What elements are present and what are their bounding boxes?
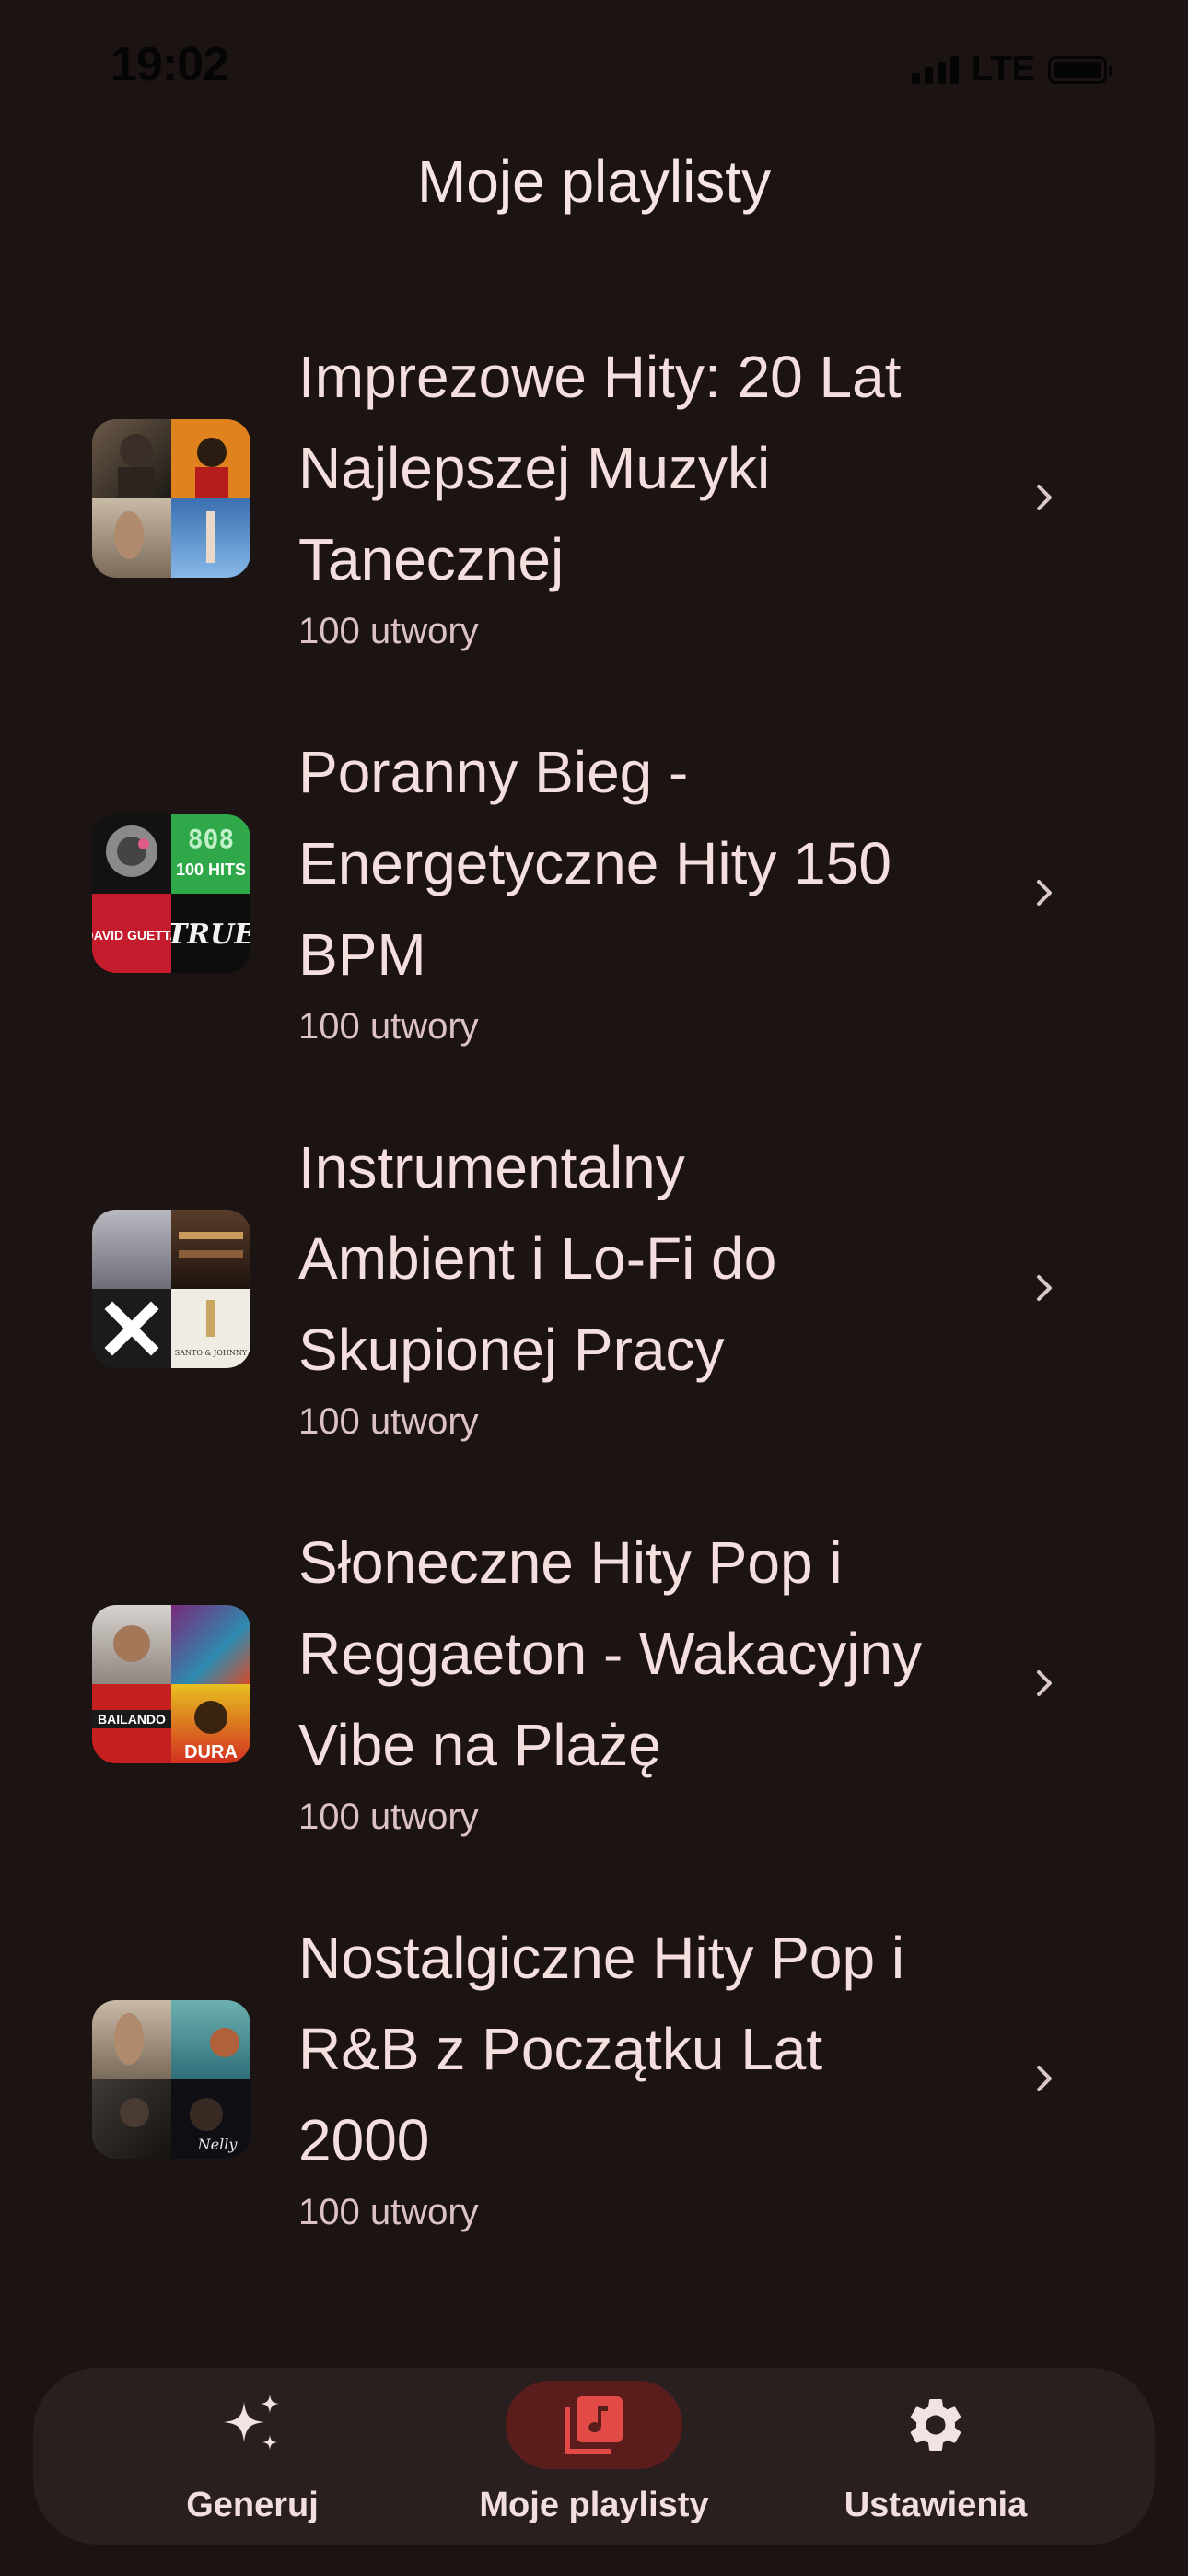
gear-icon [910,2399,961,2451]
playlist-title-line: Reggaeton - Wakacyjny [298,1621,923,1687]
playlist-title-line: BPM [298,921,426,988]
chevron-right-icon [1037,1670,1052,1696]
track-count: 100 utwory [298,1797,479,1837]
nav-item-generate[interactable]: Generuj [87,2368,418,2545]
album-art [171,1210,250,1289]
playlist-cover: 808 100 HITS DAVID GUETTA TRUE [92,814,250,973]
playlist-text: Słoneczne Hity Pop i Reggaeton - Wakacyj… [298,1517,998,1841]
sparkles-icon [224,2395,279,2450]
album-art [92,1289,171,1368]
album-art [171,498,250,578]
playlist-title-line: Tanecznej [298,526,565,592]
nav-label: Generuj [186,2486,319,2524]
playlist-item[interactable]: Imprezowe Hity: 20 Lat Najlepszej Muzyki… [0,332,1188,727]
album-art [92,1210,171,1289]
playlist-title: Instrumentalny Ambient i Lo-Fi do Skupio… [298,1122,998,1396]
album-art: TRUE [171,894,250,973]
playlist-cover: Nelly [92,2000,250,2159]
battery-icon [1048,55,1112,84]
page-title: Moje playlisty [416,148,772,215]
nav-item-settings[interactable]: Ustawienia [770,2368,1101,2545]
track-count: 100 utwory [298,1401,479,1442]
album-art: DAVID GUETTA [92,894,171,973]
playlist-title-line: Instrumentalny [298,1134,685,1200]
playlist-cover [92,419,250,578]
playlist-item[interactable]: SANTO & JOHNNY Instrumentalny Ambient i … [0,1122,1188,1517]
svg-text:Nelly: Nelly [197,2136,239,2153]
playlist-title-line: Skupionej Pracy [298,1317,725,1383]
album-art [92,1605,171,1684]
chevron-right-icon [1037,880,1052,906]
playlist-title: Nostalgiczne Hity Pop i R&B z Początku L… [298,1913,998,2186]
chevron-right-icon [1037,2066,1052,2091]
album-art [92,498,171,578]
track-count: 100 utwory [298,1006,479,1047]
playlist-text: Poranny Bieg - Energetyczne Hity 150 BPM… [298,727,998,1050]
album-art: SANTO & JOHNNY [171,1289,250,1368]
playlist-item[interactable]: BAILANDO DURA Słoneczne Hity Pop i Regga… [0,1517,1188,1913]
playlist-title-line: Energetyczne Hity 150 [298,830,891,896]
track-count: 100 utwory [298,611,479,651]
nav-label: Ustawienia [844,2486,1028,2524]
chevron-right-icon [1037,1275,1052,1301]
nav-item-my-playlists[interactable]: Moje playlisty [428,2368,760,2545]
playlist-icon [565,2396,623,2454]
status-indicators: LTE [912,50,1112,89]
nav-icon-container [164,2381,341,2469]
playlist-item[interactable]: 808 100 HITS DAVID GUETTA TRUE Poranny Bi… [0,727,1188,1122]
playlist-title: Słoneczne Hity Pop i Reggaeton - Wakacyj… [298,1517,998,1791]
svg-text:SANTO & JOHNNY: SANTO & JOHNNY [175,1349,248,1357]
nav-active-pill [506,2381,682,2469]
playlist-title-line: Poranny Bieg - [298,739,689,805]
album-art: 808 100 HITS [171,814,250,894]
album-art: BAILANDO [92,1684,171,1763]
nav-label: Moje playlisty [479,2486,709,2524]
album-art [92,419,171,498]
playlist-title-line: Imprezowe Hity: 20 Lat [298,344,902,410]
playlist-title-line: Nostalgiczne Hity Pop i [298,1925,905,1991]
playlist-text: Imprezowe Hity: 20 Lat Najlepszej Muzyki… [298,332,998,655]
album-art [92,2000,171,2079]
svg-text:BAILANDO: BAILANDO [98,1712,166,1727]
album-art [171,1605,250,1684]
playlist-list: Imprezowe Hity: 20 Lat Najlepszej Muzyki… [0,332,1188,2308]
playlist-cover: BAILANDO DURA [92,1605,250,1763]
playlist-title-line: Słoneczne Hity Pop i [298,1529,843,1596]
playlist-title-line: 2000 [298,2107,430,2173]
track-count: 100 utwory [298,2192,479,2232]
album-art [92,814,171,894]
svg-text:100 HITS: 100 HITS [176,861,246,879]
bottom-nav: Generuj Moje playlisty Ustawienia [33,2368,1155,2545]
playlist-cover: SANTO & JOHNNY [92,1210,250,1368]
svg-text:DURA: DURA [184,1742,238,1762]
nav-icon-container [847,2381,1024,2469]
chevron-right-icon [1037,485,1052,510]
playlist-title-line: R&B z Początku Lat [298,2016,823,2082]
album-art [171,2000,250,2079]
playlist-title: Poranny Bieg - Energetyczne Hity 150 BPM [298,727,998,1001]
album-art: Nelly [171,2079,250,2159]
album-art: DURA [171,1684,250,1763]
svg-text:808: 808 [188,824,235,854]
playlist-text: Instrumentalny Ambient i Lo-Fi do Skupio… [298,1122,998,1446]
status-bar: 19:02 LTE [0,0,1188,138]
playlist-title-line: Najlepszej Muzyki [298,435,771,501]
signal-icon [912,55,960,84]
playlist-title-line: Ambient i Lo-Fi do [298,1225,777,1292]
playlist-text: Nostalgiczne Hity Pop i R&B z Początku L… [298,1913,998,2236]
album-art [171,419,250,498]
playlist-title-line: Vibe na Plażę [298,1712,661,1778]
status-time: 19:02 [111,38,229,91]
network-label: LTE [972,50,1035,88]
playlist-item[interactable]: Nelly Nostalgiczne Hity Pop i R&B z Pocz… [0,1913,1188,2308]
svg-text:DAVID GUETTA: DAVID GUETTA [92,928,171,943]
album-art [92,2079,171,2159]
playlist-title: Imprezowe Hity: 20 Lat Najlepszej Muzyki… [298,332,998,605]
svg-text:TRUE: TRUE [171,919,250,951]
